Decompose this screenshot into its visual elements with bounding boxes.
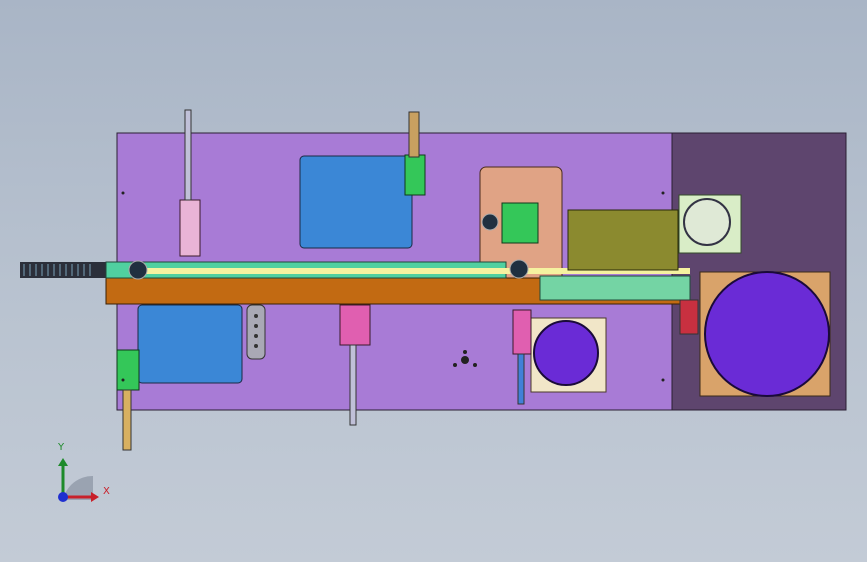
- triad-z-axis: [58, 492, 68, 502]
- green-clamp-top: [501, 202, 539, 244]
- rotary-wheel-top: [481, 213, 499, 231]
- red-cylinder-right: [679, 299, 699, 335]
- rod-top-mid: [408, 111, 420, 158]
- cad-viewport[interactable]: X Y: [0, 0, 867, 562]
- rod-top-left: [184, 109, 192, 201]
- machine-assembly-drawing: [20, 109, 847, 502]
- rod-lower-right: [517, 353, 525, 405]
- olive-station-block: [567, 209, 679, 271]
- rotary-wheel-mid: [509, 259, 529, 279]
- axis-x-label: X: [103, 486, 110, 497]
- blue-mount-plate-top: [299, 155, 413, 249]
- rod-bottom-left: [122, 389, 132, 451]
- round-cover: [683, 198, 731, 246]
- vibratory-bowl-large: [704, 271, 830, 397]
- green-cylinder-left: [116, 349, 140, 391]
- vibratory-bowl-small: [533, 320, 599, 386]
- blue-mount-plate-bottom: [137, 304, 243, 384]
- pink-cylinder-lower: [512, 309, 532, 355]
- slotted-plate: [246, 304, 266, 360]
- vertical-cylinder-left: [179, 199, 201, 257]
- rotary-wheel-left: [128, 260, 148, 280]
- axis-y-label: Y: [58, 442, 65, 453]
- pink-cylinder-mid: [339, 304, 371, 346]
- rod-bottom-mid: [349, 344, 357, 426]
- green-rail-right: [539, 275, 691, 301]
- green-cylinder-top: [404, 154, 426, 196]
